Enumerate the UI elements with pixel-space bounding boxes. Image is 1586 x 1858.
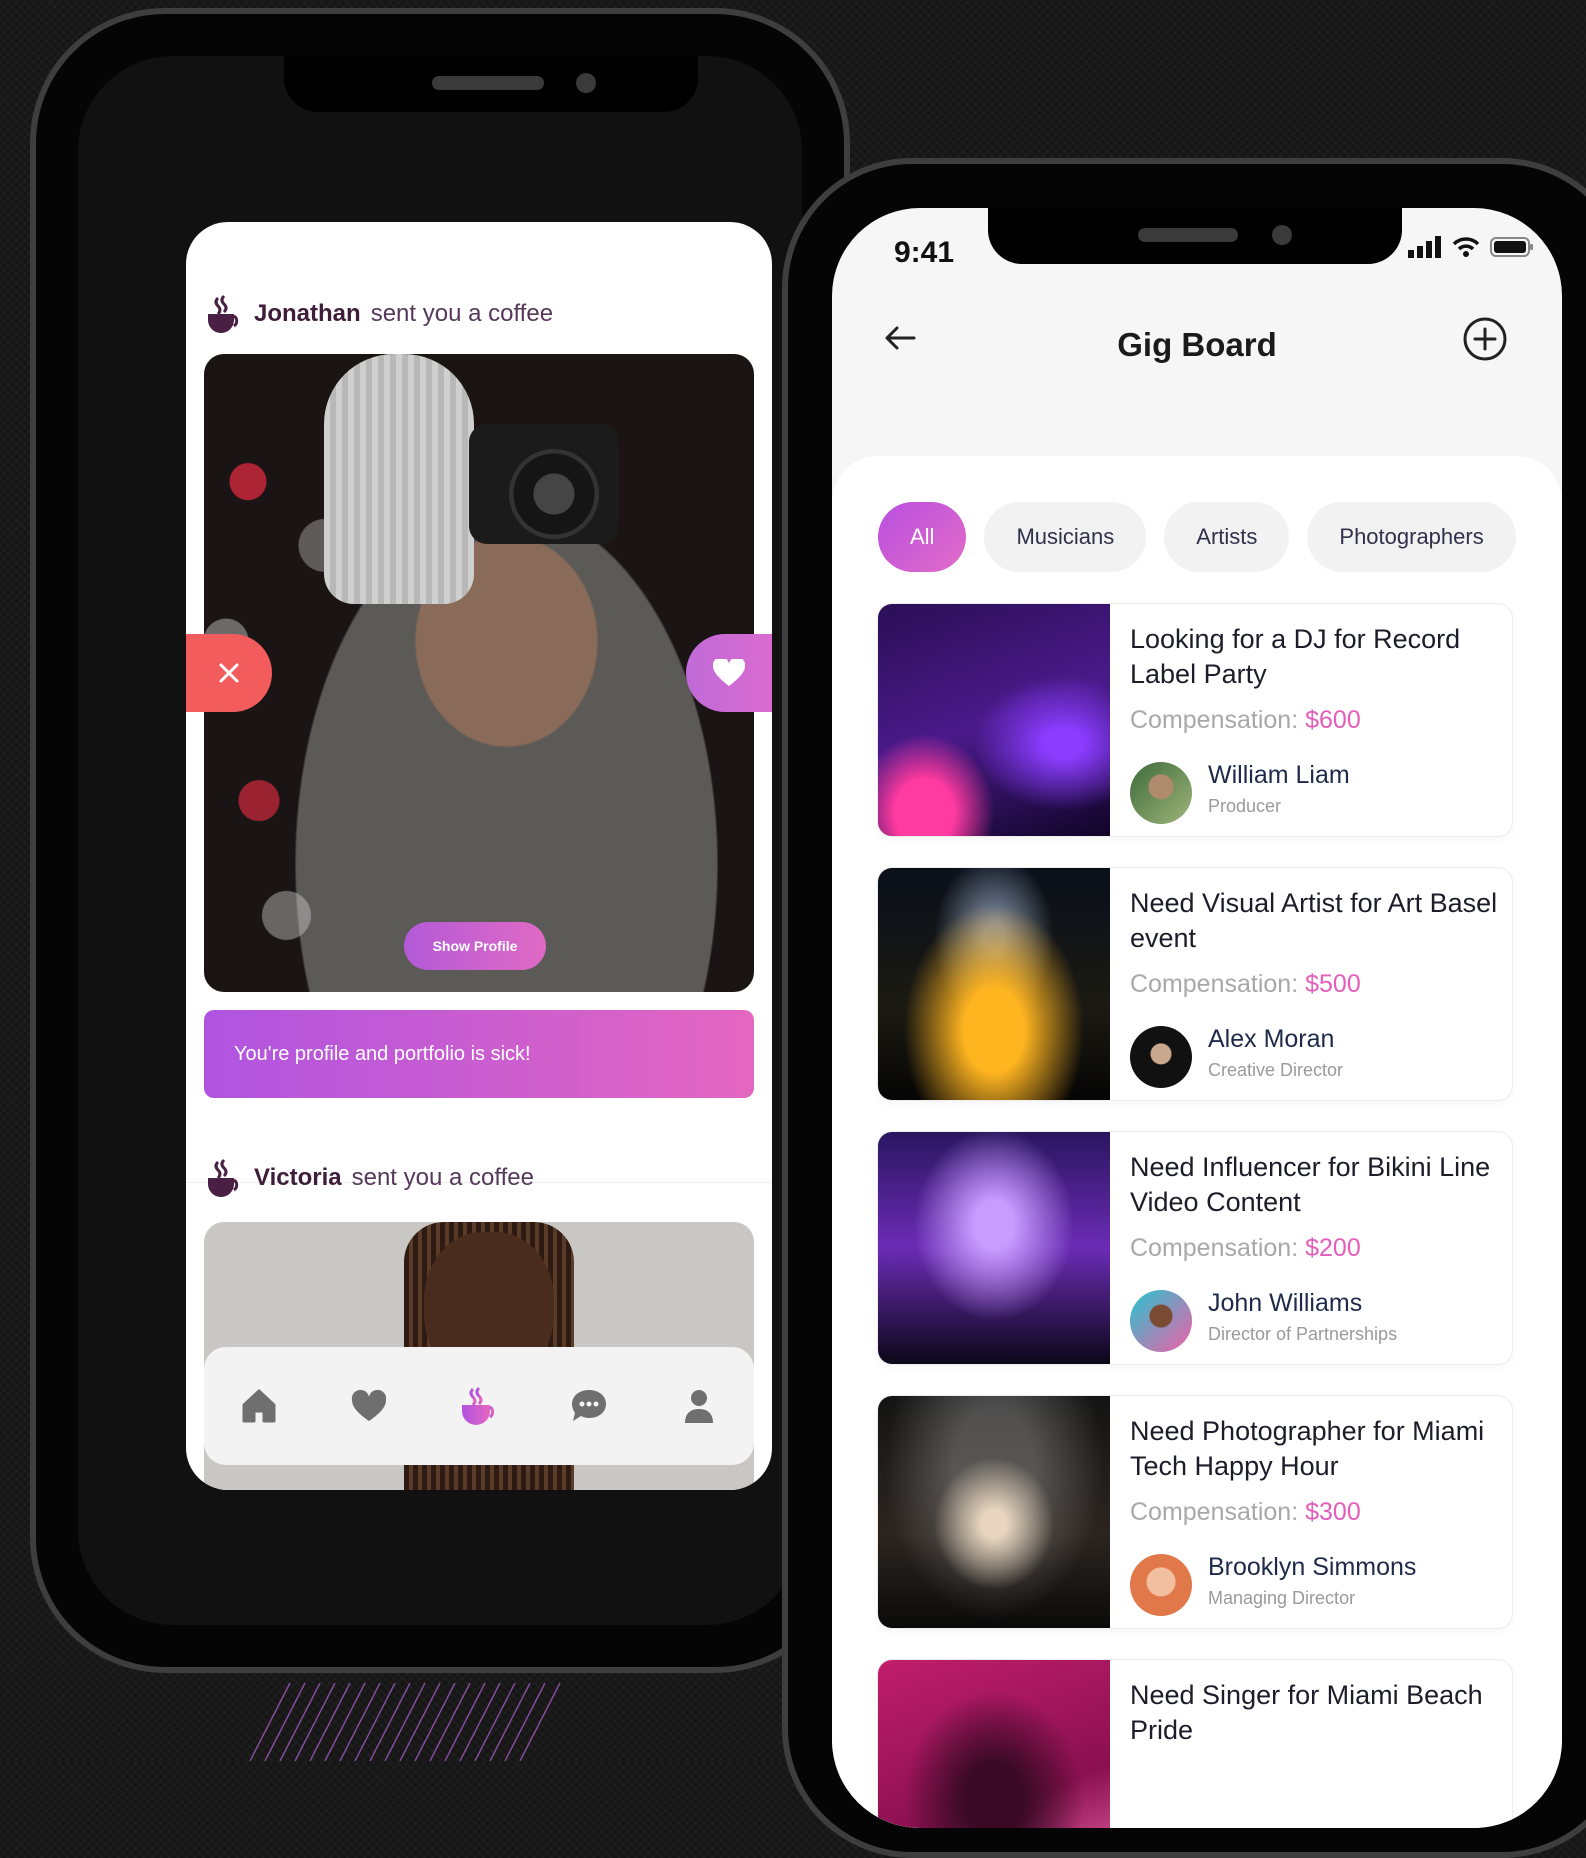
sender-name: Victoria bbox=[254, 1164, 342, 1191]
gig-thumbnail bbox=[878, 604, 1110, 836]
poster-role: Producer bbox=[1208, 796, 1282, 816]
poster-role: Creative Director bbox=[1208, 1060, 1344, 1080]
status-icons bbox=[1408, 236, 1534, 258]
gig-thumbnail bbox=[878, 1660, 1110, 1828]
front-camera bbox=[1272, 225, 1292, 245]
gig-compensation: Compensation: $600 bbox=[1130, 706, 1361, 735]
gig-compensation: Compensation: $300 bbox=[1130, 1498, 1361, 1527]
filter-chip-photographers[interactable]: Photographers bbox=[1307, 502, 1516, 572]
reject-button[interactable] bbox=[186, 634, 272, 712]
gig-title: Need Photographer for Miami Tech Happy H… bbox=[1130, 1416, 1485, 1481]
close-icon bbox=[219, 663, 239, 683]
gig-thumbnail bbox=[878, 1396, 1110, 1628]
speaker-grille bbox=[432, 76, 544, 90]
gig-card[interactable]: Looking for a DJ for Record Label Party … bbox=[878, 604, 1512, 836]
wifi-icon bbox=[1452, 237, 1480, 257]
compensation-amount: $300 bbox=[1305, 1498, 1361, 1526]
signal-icon bbox=[1408, 236, 1441, 258]
battery-icon bbox=[1490, 237, 1533, 257]
filter-chip-all[interactable]: All bbox=[878, 502, 967, 572]
gig-compensation: Compensation: $200 bbox=[1130, 1234, 1361, 1263]
filter-chip-artists[interactable]: Artists bbox=[1164, 502, 1290, 572]
avatar bbox=[1130, 1290, 1192, 1352]
chat-icon[interactable] bbox=[568, 1385, 610, 1427]
heart-icon bbox=[713, 659, 745, 686]
coffee-feed-card: Jonathan sent you a coffee Show Profile … bbox=[186, 222, 772, 1490]
coffee-message: You're profile and portfolio is sick! bbox=[204, 1010, 754, 1098]
gig-list-panel: All Musicians Artists Photographers Look… bbox=[832, 456, 1562, 1828]
gig-card[interactable]: Need Visual Artist for Art Basel event C… bbox=[878, 868, 1512, 1100]
coffee-cup-icon bbox=[208, 294, 239, 333]
home-icon[interactable] bbox=[238, 1385, 280, 1427]
poster-name: Alex Moran bbox=[1208, 1025, 1335, 1053]
sender-name: Jonathan bbox=[254, 300, 361, 327]
profile-icon[interactable] bbox=[678, 1385, 720, 1427]
gig-card[interactable]: Need Influencer for Bikini Line Video Co… bbox=[878, 1132, 1512, 1364]
notification-text: sent you a coffee bbox=[370, 300, 554, 327]
filter-chip-musicians[interactable]: Musicians bbox=[984, 502, 1147, 572]
coffee-cup-icon bbox=[208, 1158, 239, 1197]
gig-title: Need Visual Artist for Art Basel event bbox=[1130, 888, 1498, 953]
coffee-icon[interactable] bbox=[458, 1385, 500, 1427]
compensation-label: Compensation: bbox=[1130, 1498, 1299, 1526]
status-time: 9:41 bbox=[894, 236, 955, 269]
speaker-grille bbox=[1138, 228, 1238, 242]
poster-name: John Williams bbox=[1208, 1289, 1363, 1317]
gig-thumbnail bbox=[878, 868, 1110, 1100]
gig-thumbnail bbox=[878, 1132, 1110, 1364]
heart-icon[interactable] bbox=[348, 1385, 390, 1427]
show-profile-button[interactable]: Show Profile bbox=[404, 922, 546, 970]
compensation-label: Compensation: bbox=[1130, 1234, 1299, 1262]
profile-photo: Show Profile bbox=[204, 354, 754, 992]
poster-name: William Liam bbox=[1208, 761, 1350, 789]
notification-text: sent you a coffee bbox=[351, 1164, 534, 1191]
gig-title: Need Influencer for Bikini Line Video Co… bbox=[1130, 1152, 1491, 1217]
notification-header: Victoria sent you a coffee bbox=[204, 1158, 534, 1198]
compensation-label: Compensation: bbox=[1130, 970, 1299, 998]
gig-card[interactable]: Need Photographer for Miami Tech Happy H… bbox=[878, 1396, 1512, 1628]
compensation-amount: $200 bbox=[1305, 1234, 1361, 1262]
bottom-nav bbox=[204, 1347, 754, 1465]
avatar bbox=[1130, 1554, 1192, 1616]
gig-card[interactable]: Need Singer for Miami Beach Pride bbox=[878, 1660, 1512, 1828]
phone-coffee-app: Jonathan sent you a coffee Show Profile … bbox=[30, 8, 850, 1673]
gig-title: Looking for a DJ for Record Label Party bbox=[1130, 624, 1461, 689]
gig-compensation: Compensation: $500 bbox=[1130, 970, 1361, 999]
poster-name: Brooklyn Simmons bbox=[1208, 1553, 1417, 1581]
poster-role: Director of Partnerships bbox=[1208, 1324, 1398, 1344]
front-camera bbox=[576, 73, 596, 93]
gig-title: Need Singer for Miami Beach Pride bbox=[1130, 1680, 1483, 1745]
poster-role: Managing Director bbox=[1208, 1588, 1356, 1608]
compensation-amount: $600 bbox=[1305, 706, 1361, 734]
filter-chips: All Musicians Artists Photographers bbox=[878, 502, 1516, 572]
add-icon[interactable] bbox=[1462, 316, 1508, 362]
avatar bbox=[1130, 1026, 1192, 1088]
photo-subject-lens bbox=[509, 449, 599, 539]
notification-header: Jonathan sent you a coffee bbox=[204, 294, 553, 334]
phone-gig-board: 9:41 Gig Board All Musicians Artists Pho… bbox=[782, 158, 1586, 1858]
compensation-amount: $500 bbox=[1305, 970, 1361, 998]
phone-notch bbox=[284, 56, 698, 112]
page-title: Gig Board bbox=[1117, 326, 1277, 363]
phone-screen: 9:41 Gig Board All Musicians Artists Pho… bbox=[832, 208, 1562, 1828]
photo-subject-beanie bbox=[324, 354, 474, 604]
like-button[interactable] bbox=[686, 634, 772, 712]
avatar bbox=[1130, 762, 1192, 824]
compensation-label: Compensation: bbox=[1130, 706, 1299, 734]
phone-notch bbox=[988, 208, 1402, 264]
